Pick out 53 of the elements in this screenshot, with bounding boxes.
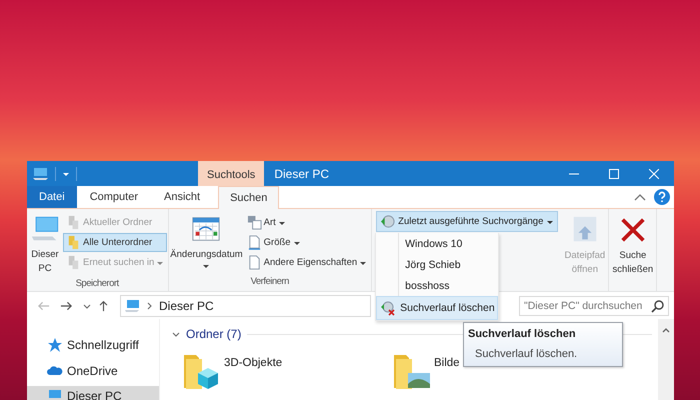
tooltip-text: Suchverlauf löschen. [474, 348, 578, 360]
ribbon-option[interactable]: Alle Unterordner [63, 233, 168, 252]
search-field[interactable]: "Dieser PC" durchsuchen [519, 296, 669, 316]
filter-button[interactable]: Größe [244, 233, 370, 252]
ribbon-tab[interactable]: Ansicht [150, 186, 214, 208]
scrollbar[interactable] [658, 319, 674, 400]
up-arrow-icon[interactable] [97, 300, 110, 312]
nav-item[interactable]: Dieser PC [27, 386, 159, 400]
forward-arrow-icon[interactable] [60, 300, 73, 312]
context-tab-label: Suchtools [198, 161, 264, 186]
folder-item[interactable]: 3D-Objekte [182, 351, 352, 391]
nav-item[interactable]: OneDrive [27, 360, 159, 380]
group-label: Verfeinern [250, 276, 290, 289]
filter-button[interactable]: Art [244, 213, 370, 232]
folders-icon [66, 215, 81, 230]
history-icon [380, 214, 396, 229]
window-title: Dieser PC [274, 166, 329, 180]
ribbon-tab[interactable]: Datei [27, 186, 77, 208]
caret-icon [202, 262, 210, 270]
file-type-icon [246, 215, 262, 230]
folders-icon [66, 255, 81, 270]
ribbon-button[interactable]: Suche schließen [609, 209, 658, 291]
group-header: Ordner (7) [186, 327, 242, 341]
search-icon [651, 298, 665, 312]
chevron-up-icon[interactable] [634, 193, 646, 201]
modified-date-button[interactable]: Änderungsdatum [169, 212, 244, 276]
computer-icon [47, 388, 63, 400]
ribbon-tab[interactable]: Suchen [218, 186, 280, 209]
menu-item[interactable]: Windows 10 [398, 233, 498, 254]
address-bar[interactable]: Dieser PC [120, 294, 371, 316]
maximize-icon [609, 168, 619, 178]
clear-history-icon [380, 300, 396, 316]
filter-button[interactable]: Andere Eigenschaften [244, 253, 370, 272]
tooltip-title: Suchverlauf löschen [468, 328, 577, 340]
folders-icon [66, 235, 81, 250]
menu-item[interactable]: Suchverlauf löschen [376, 296, 498, 320]
group-label: Speicherort [74, 278, 120, 291]
computer-icon[interactable] [33, 166, 49, 182]
this-pc-button[interactable]: Dieser PC [27, 212, 63, 278]
close-icon [649, 168, 659, 178]
ribbon-tab[interactable]: Computer [76, 186, 151, 208]
document-icon [246, 255, 262, 270]
document-icon [246, 235, 262, 250]
chevron-up-icon [662, 327, 670, 333]
chevron-right-icon [147, 302, 153, 310]
menu-item[interactable]: Jörg Schieb [398, 254, 498, 275]
computer-icon [125, 298, 141, 314]
help-icon[interactable] [654, 189, 670, 205]
star-icon [47, 336, 63, 353]
chevron-down-icon[interactable] [172, 330, 180, 338]
nav-item[interactable]: Schnellzugriff [27, 335, 159, 355]
recent-searches-button[interactable]: Zuletzt ausgeführte Suchvorgänge [376, 211, 558, 232]
chevron-down-icon[interactable] [83, 302, 91, 310]
